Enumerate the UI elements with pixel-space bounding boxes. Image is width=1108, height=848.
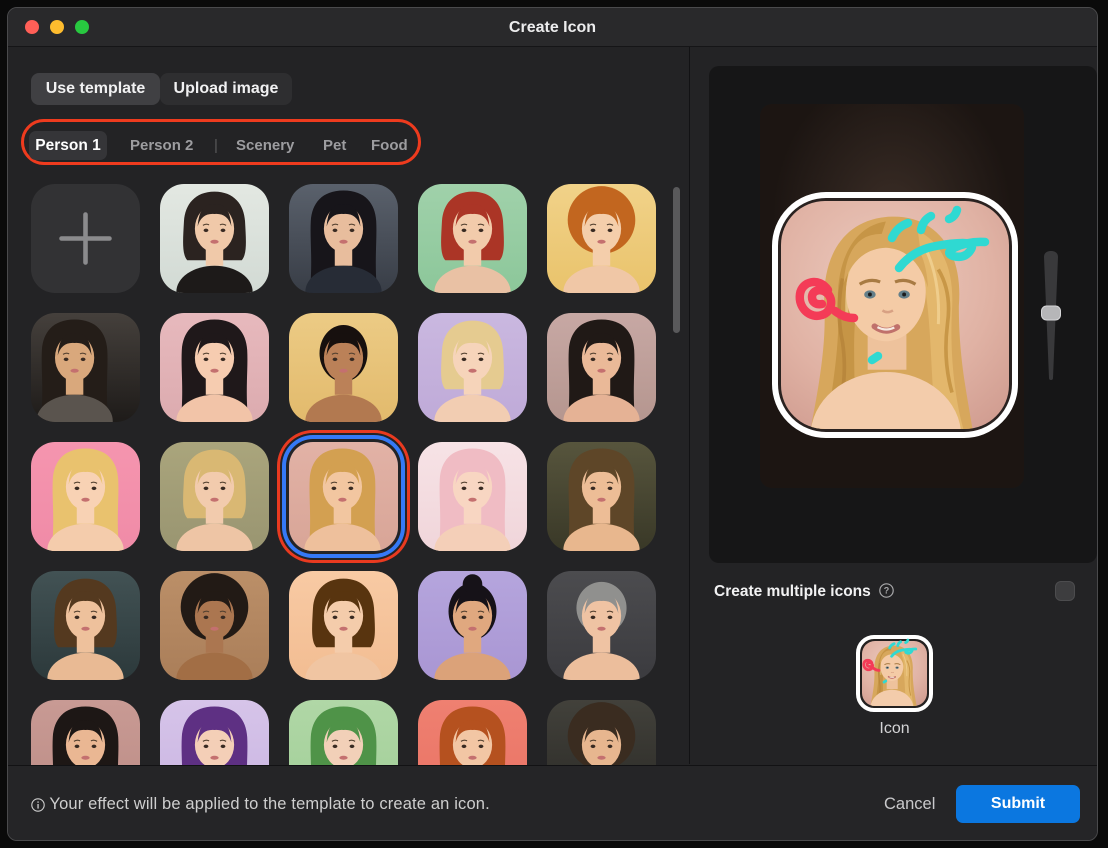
svg-text:?: ? bbox=[884, 586, 890, 596]
